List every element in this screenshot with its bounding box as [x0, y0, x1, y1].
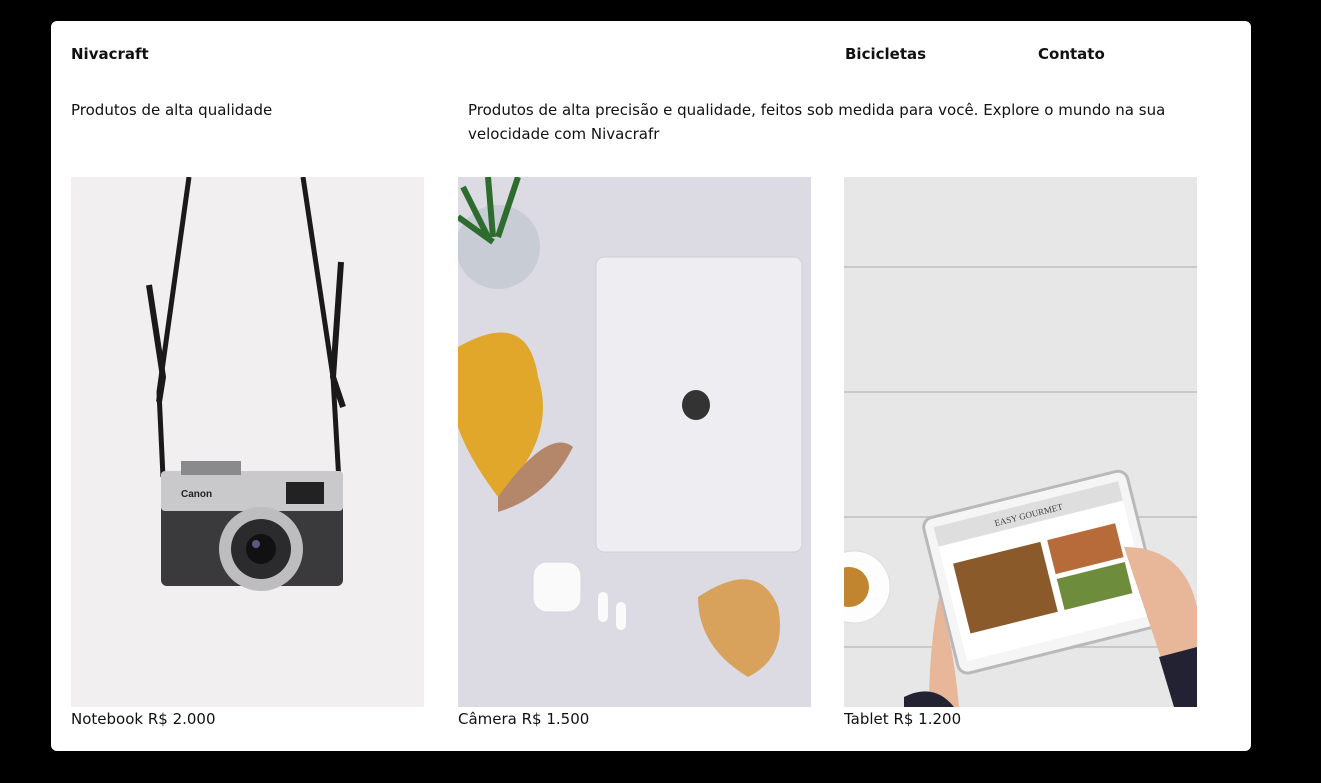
- laptop-photo: [458, 177, 811, 707]
- product-card[interactable]: Câmera R$ 1.500: [458, 177, 811, 728]
- product-card[interactable]: EASY GOURMET Tablet R$ 1.200: [844, 177, 1197, 728]
- nav-link-contato[interactable]: Contato: [1038, 45, 1105, 63]
- tagline: Produtos de alta qualidade: [71, 101, 273, 119]
- product-caption: Tablet R$ 1.200: [844, 710, 962, 728]
- camera-photo: Canon: [71, 177, 424, 707]
- intro-description: Produtos de alta precisão e qualidade, f…: [468, 101, 1166, 143]
- main-card: Nivacraft Bicicletas Contato Produtos de…: [51, 21, 1251, 751]
- product-card[interactable]: Canon Notebook R$ 2.000: [71, 177, 424, 728]
- nav-link-bicicletas[interactable]: Bicicletas: [845, 45, 926, 63]
- product-caption: Câmera R$ 1.500: [458, 710, 590, 728]
- tablet-photo: EASY GOURMET: [844, 177, 1197, 707]
- product-caption: Notebook R$ 2.000: [71, 710, 216, 728]
- brand-logo[interactable]: Nivacraft: [71, 45, 149, 63]
- svg-text:Canon: Canon: [181, 489, 212, 500]
